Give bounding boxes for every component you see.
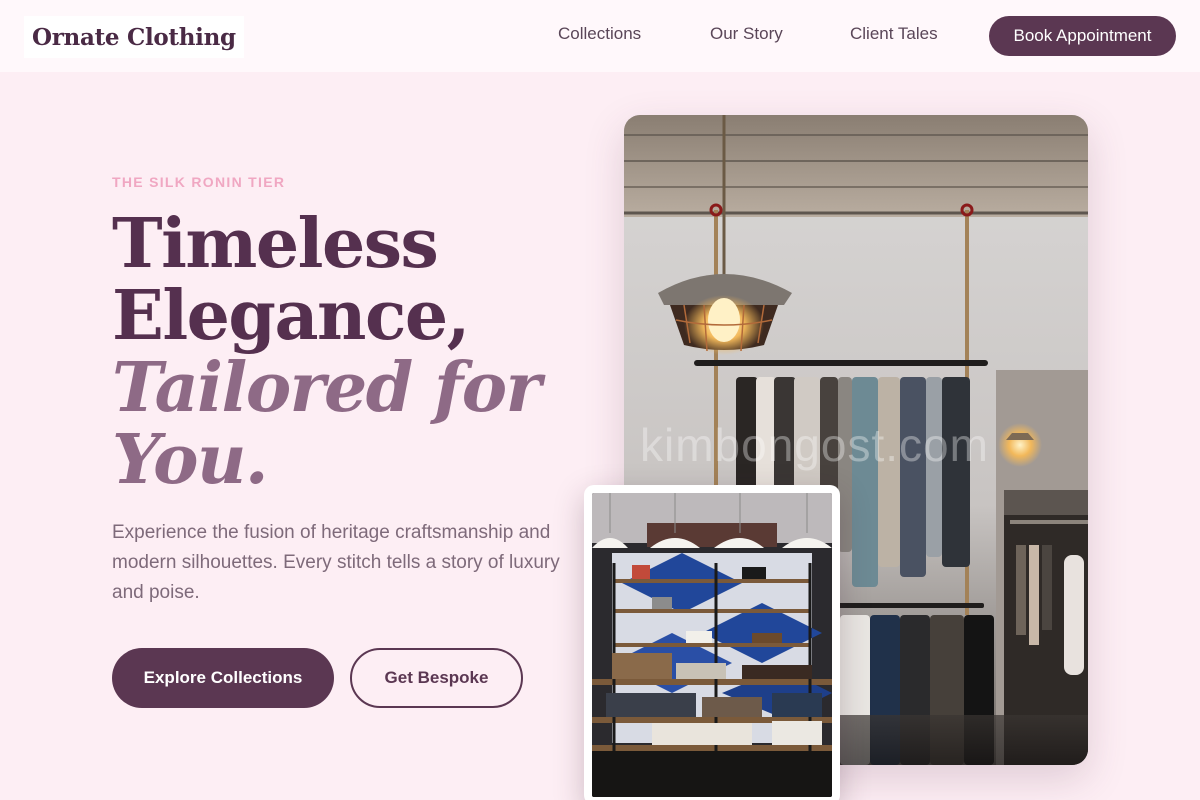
get-bespoke-button[interactable]: Get Bespoke <box>350 648 523 708</box>
book-appointment-button[interactable]: Book Appointment <box>989 16 1176 56</box>
inset-photo-frame <box>584 485 840 800</box>
headline-line-2: Elegance, <box>112 276 470 356</box>
hero-eyebrow: THE SILK RONIN TIER <box>112 174 286 190</box>
nav-link-collections[interactable]: Collections <box>558 24 641 44</box>
brand-logo[interactable]: Ornate Clothing <box>24 16 244 58</box>
nav-link-client-tales[interactable]: Client Tales <box>850 24 938 44</box>
headline-line-4: You. <box>112 420 269 500</box>
main-photo-watermark: kimbongost.com <box>640 419 989 471</box>
headline-line-1: Timeless <box>112 204 439 284</box>
shop-shelves-photo <box>592 493 832 797</box>
hero-headline: Timeless Elegance, Tailored for You. <box>112 204 541 500</box>
explore-collections-button[interactable]: Explore Collections <box>112 648 334 708</box>
hero-lead-paragraph: Experience the fusion of heritage crafts… <box>112 522 560 603</box>
site-header: Ornate Clothing Collections Our Story Cl… <box>0 0 1200 72</box>
nav-link-our-story[interactable]: Our Story <box>710 24 783 44</box>
headline-line-3: Tailored for <box>112 348 541 428</box>
shop-shelves-illustration <box>592 493 832 797</box>
